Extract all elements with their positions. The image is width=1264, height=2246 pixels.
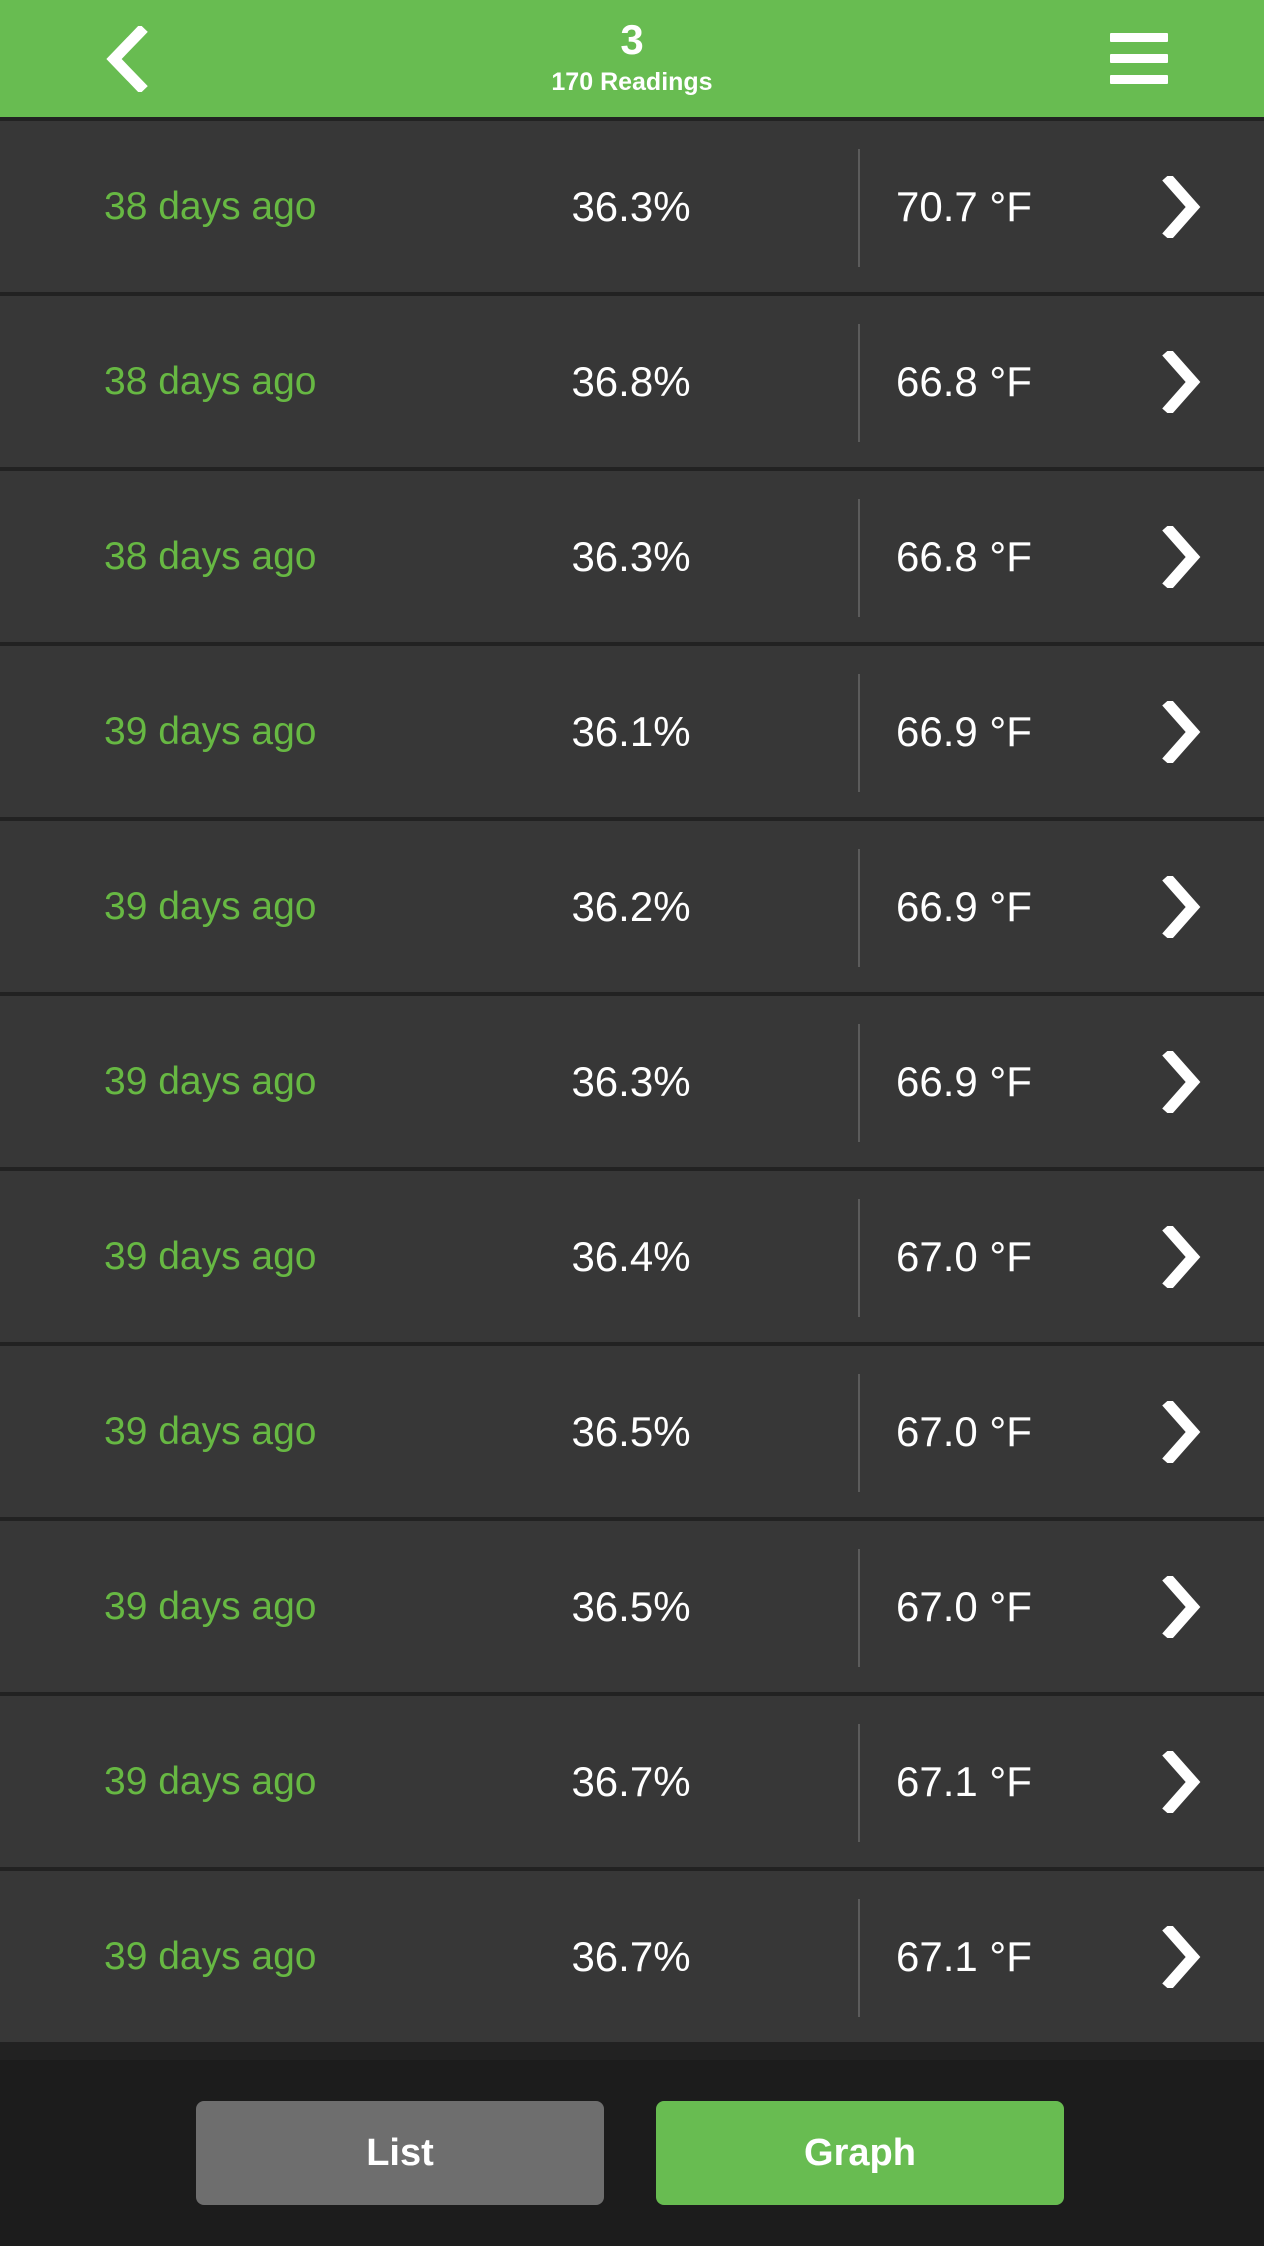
table-row[interactable]: 39 days ago 36.3% 66.9 °F — [0, 996, 1264, 1171]
reading-humidity: 36.1% — [571, 707, 691, 755]
table-row[interactable]: 39 days ago 36.7% 67.1 °F — [0, 1696, 1264, 1871]
reading-date: 39 days ago — [104, 1584, 317, 1628]
app-header: 3 170 Readings — [0, 0, 1264, 117]
reading-humidity: 36.5% — [571, 1582, 691, 1630]
reading-date: 38 days ago — [104, 359, 317, 403]
column-divider — [858, 499, 860, 617]
table-row[interactable]: 38 days ago 36.3% 66.8 °F — [0, 471, 1264, 646]
reading-humidity: 36.7% — [571, 1757, 691, 1805]
reading-temperature: 67.0 °F — [896, 1232, 1032, 1280]
reading-temperature: 66.8 °F — [896, 357, 1032, 405]
hamburger-menu-icon-bar-2 — [1110, 54, 1168, 63]
reading-humidity: 36.8% — [571, 357, 691, 405]
table-row[interactable]: 39 days ago 36.5% 67.0 °F — [0, 1521, 1264, 1696]
reading-date: 38 days ago — [104, 184, 317, 228]
reading-temperature: 66.9 °F — [896, 707, 1032, 755]
column-divider — [858, 674, 860, 792]
chevron-right-icon[interactable] — [1160, 175, 1202, 238]
column-divider — [858, 849, 860, 967]
readings-count-subtitle: 170 Readings — [551, 68, 713, 96]
column-divider — [858, 1199, 860, 1317]
readings-list[interactable]: 38 days ago 36.3% 70.7 °F 38 days ago 36.8% 6… — [0, 117, 1264, 2060]
reading-humidity: 36.3% — [571, 1057, 691, 1105]
app-root: 3 170 Readings 38 days ago 36.3% 70.7 °F 38… — [0, 0, 1264, 2246]
chevron-right-icon[interactable] — [1160, 1400, 1202, 1463]
reading-temperature: 70.7 °F — [896, 182, 1032, 230]
chevron-right-icon[interactable] — [1160, 1925, 1202, 1988]
chevron-right-icon[interactable] — [1160, 700, 1202, 763]
table-row[interactable]: 38 days ago 36.8% 66.8 °F — [0, 296, 1264, 471]
column-divider — [858, 324, 860, 442]
hamburger-menu-icon-bar-3 — [1110, 75, 1168, 84]
chevron-right-icon[interactable] — [1160, 1750, 1202, 1813]
back-button[interactable] — [72, 0, 182, 117]
chevron-right-icon[interactable] — [1160, 875, 1202, 938]
page-title: 3 — [620, 16, 644, 63]
column-divider — [858, 1899, 860, 2017]
reading-temperature: 66.9 °F — [896, 1057, 1032, 1105]
table-row[interactable]: 39 days ago 36.5% 67.0 °F — [0, 1346, 1264, 1521]
reading-date: 39 days ago — [104, 1934, 317, 1978]
chevron-right-icon[interactable] — [1160, 1575, 1202, 1638]
table-row[interactable]: 39 days ago 36.2% 66.9 °F — [0, 821, 1264, 996]
graph-view-button[interactable]: Graph — [656, 2101, 1064, 2205]
table-row[interactable]: 38 days ago 36.3% 70.7 °F — [0, 117, 1264, 296]
chevron-right-icon[interactable] — [1160, 525, 1202, 588]
reading-humidity: 36.7% — [571, 1932, 691, 1980]
reading-date: 39 days ago — [104, 1759, 317, 1803]
reading-date: 39 days ago — [104, 709, 317, 753]
reading-temperature: 67.1 °F — [896, 1932, 1032, 1980]
column-divider — [858, 1024, 860, 1142]
reading-humidity: 36.5% — [571, 1407, 691, 1455]
reading-humidity: 36.3% — [571, 532, 691, 580]
reading-date: 38 days ago — [104, 534, 317, 578]
table-row[interactable]: 39 days ago 36.4% 67.0 °F — [0, 1171, 1264, 1346]
hamburger-menu-icon-bar-1 — [1110, 33, 1168, 42]
chevron-right-icon[interactable] — [1160, 1050, 1202, 1113]
reading-humidity: 36.4% — [571, 1232, 691, 1280]
chevron-left-icon — [106, 25, 148, 92]
reading-temperature: 67.1 °F — [896, 1757, 1032, 1805]
reading-date: 39 days ago — [104, 1409, 317, 1453]
reading-temperature: 66.8 °F — [896, 532, 1032, 580]
table-row[interactable]: 39 days ago 36.1% 66.9 °F — [0, 646, 1264, 821]
column-divider — [858, 1374, 860, 1492]
column-divider — [858, 1549, 860, 1667]
chevron-right-icon[interactable] — [1160, 350, 1202, 413]
hamburger-menu-button[interactable] — [1084, 0, 1194, 117]
chevron-right-icon[interactable] — [1160, 1225, 1202, 1288]
reading-humidity: 36.2% — [571, 882, 691, 930]
reading-humidity: 36.3% — [571, 182, 691, 230]
reading-date: 39 days ago — [104, 1234, 317, 1278]
reading-temperature: 67.0 °F — [896, 1582, 1032, 1630]
reading-temperature: 66.9 °F — [896, 882, 1032, 930]
reading-date: 39 days ago — [104, 1059, 317, 1103]
reading-date: 39 days ago — [104, 884, 317, 928]
table-row[interactable]: 39 days ago 36.7% 67.1 °F — [0, 1871, 1264, 2046]
column-divider — [858, 149, 860, 267]
reading-temperature: 67.0 °F — [896, 1407, 1032, 1455]
bottom-toolbar: List Graph — [0, 2060, 1264, 2246]
header-title-block: 3 170 Readings — [551, 17, 712, 96]
list-view-button[interactable]: List — [196, 2101, 604, 2205]
column-divider — [858, 1724, 860, 1842]
